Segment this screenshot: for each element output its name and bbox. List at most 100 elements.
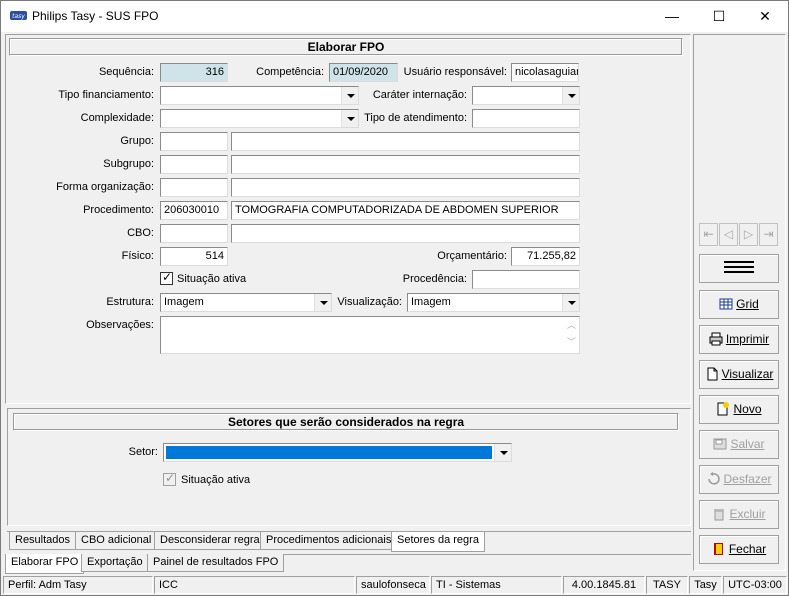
fechar-button[interactable]: Fechar [699,535,779,564]
chevron-down-icon[interactable] [562,294,579,311]
novo-button[interactable]: Novo [699,395,779,424]
desfazer-label: Desfazer [723,472,772,486]
estrutura-select[interactable]: Imagem [160,293,332,312]
grid-label: Grid [736,297,759,311]
procedencia-field[interactable] [472,270,580,289]
first-record-icon[interactable]: ⇤ [699,223,718,246]
next-record-icon[interactable]: ▷ [739,223,758,246]
orcamentario-label: Orçamentário: [437,250,507,262]
orcamentario-field[interactable]: 71.255,82 [511,247,580,266]
cbo-code-field[interactable] [160,224,228,243]
tipo-atendimento-label: Tipo de atendimento: [364,112,467,124]
fisico-label: Físico: [121,250,154,262]
status-estabelecimento: ICC [154,576,355,594]
forma-organizacao-desc-field[interactable] [231,178,580,197]
usuario-field[interactable]: nicolasaguiar [511,63,579,82]
grupo-desc-field[interactable] [231,132,580,151]
tab-resultados[interactable]: Resultados [9,532,77,550]
status-usuario: saulofonseca [356,576,430,594]
undo-icon [708,472,721,485]
procedimento-code-field[interactable]: 206030010 [160,201,228,220]
novo-label: Novo [733,402,762,416]
tipo-financiamento-select[interactable] [160,86,359,105]
minimize-button[interactable]: — [649,1,695,32]
chevron-down-icon[interactable] [341,87,358,104]
excluir-label: Excluir [729,507,766,521]
visualizacao-select[interactable]: Imagem [407,293,580,312]
setores-header: Setores que serão considerados na regra [13,413,679,431]
checkmark-icon: ✓ [165,471,176,485]
tab-cbo-adicional[interactable]: CBO adicional [75,532,158,550]
subgrupo-code-field[interactable] [160,155,228,174]
excluir-button[interactable]: Excluir [699,500,779,529]
imprimir-label: Imprimir [725,332,770,346]
procedimento-desc-field[interactable]: TOMOGRAFIA COMPUTADORIZADA DE ABDOMEN SU… [231,201,580,220]
close-button[interactable]: ✕ [742,1,788,32]
observacoes-textarea[interactable] [160,316,580,354]
grid-button[interactable]: Grid [699,290,779,319]
fechar-label: Fechar [728,542,767,556]
usuario-label: Usuário responsável: [403,66,507,78]
save-icon [713,438,727,450]
subgrupo-desc-field[interactable] [231,155,580,174]
tab-elaborar-fpo[interactable]: Elaborar FPO [5,554,85,574]
svg-text:tasy: tasy [12,13,25,20]
competencia-label: Competência: [256,66,324,78]
carater-internacao-select[interactable] [472,86,580,105]
chevron-down-icon[interactable] [341,110,358,127]
estrutura-label: Estrutura: [106,296,154,308]
grid-icon [719,298,733,310]
imprimir-button[interactable]: Imprimir [699,325,779,354]
tab-exportacao[interactable]: Exportação [81,554,149,572]
last-record-icon[interactable]: ⇥ [759,223,778,246]
grupo-code-field[interactable] [160,132,228,151]
tipo-atendimento-field[interactable] [472,109,580,128]
procedencia-label: Procedência: [402,273,467,285]
forma-organizacao-code-field[interactable] [160,178,228,197]
scroll-down-icon[interactable]: ﹀ [564,334,579,351]
observacoes-scrollbar[interactable]: ︿ ﹀ [564,317,579,353]
setor-select[interactable] [163,443,512,462]
tab-procedimentos-adicionais[interactable]: Procedimentos adicionais [260,532,398,550]
form-header: Elaborar FPO [9,38,683,56]
fisico-field[interactable]: 514 [160,247,228,266]
complexidade-label: Complexidade: [80,112,154,124]
visualizar-button[interactable]: Visualizar [699,360,779,389]
complexidade-select[interactable] [160,109,359,128]
scroll-up-icon[interactable]: ︿ [564,317,579,334]
situacao-ativa-label: Situação ativa [177,273,247,285]
desfazer-button[interactable]: Desfazer [699,465,779,494]
title-bar: tasy Philips Tasy - SUS FPO — ☐ ✕ [1,1,788,32]
status-sistema: Tasy [689,576,722,594]
status-fuso: UTC-03:00 [723,576,787,594]
subgrupo-label: Subgrupo: [103,158,154,170]
chevron-down-icon[interactable] [494,444,511,461]
setor-situacao-ativa-checkbox[interactable]: ✓ [163,471,176,486]
competencia-field: 01/09/2020 [329,63,398,82]
cbo-desc-field[interactable] [231,224,580,243]
salvar-button[interactable]: Salvar [699,430,779,459]
sequencia-field: 316 [160,63,228,82]
setor-label: Setor: [128,446,158,458]
status-perfil: Perfil: Adm Tasy [3,576,153,594]
setor-situacao-ativa-label: Situação ativa [181,474,251,486]
previous-record-icon[interactable]: ◁ [719,223,738,246]
menu-button[interactable] [699,254,779,283]
chevron-down-icon[interactable] [562,87,579,104]
maximize-button[interactable]: ☐ [696,1,742,32]
visualizar-label: Visualizar [721,367,774,381]
exit-icon [713,543,723,555]
observacoes-label: Observações: [86,319,154,331]
estrutura-value: Imagem [164,296,204,308]
app-window: tasy Philips Tasy - SUS FPO — ☐ ✕ Elabor… [0,0,789,596]
tab-painel-resultados[interactable]: Painel de resultados FPO [147,554,285,572]
document-icon [707,367,718,381]
tipo-financiamento-label: Tipo financiamento: [58,89,154,101]
trash-icon [714,509,725,521]
tab-setores-da-regra[interactable]: Setores da regra [391,532,485,552]
forma-organizacao-label: Forma organização: [56,181,154,193]
chevron-down-icon[interactable] [314,294,331,311]
visualizacao-label: Visualização: [337,296,402,308]
situacao-ativa-checkbox[interactable]: ✓ [160,270,173,285]
tab-desconsiderar-regra[interactable]: Desconsiderar regra [154,532,266,550]
